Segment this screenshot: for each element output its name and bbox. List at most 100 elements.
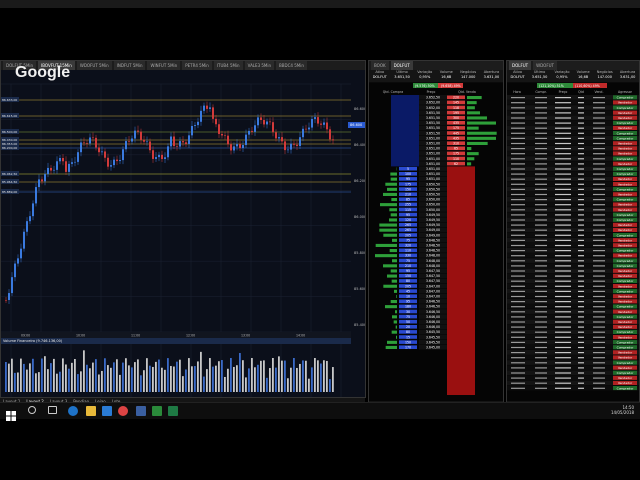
candle <box>185 142 187 144</box>
chart-tab-6[interactable]: ITUB4 5Min <box>213 61 243 70</box>
bid-price: 3.646,50 <box>426 305 440 309</box>
row-qty-mark <box>578 112 584 114</box>
volume-bar <box>284 360 286 392</box>
candlestick-chart[interactable]: 86.633,0086.615,0086.500,0086.430,0086.3… <box>1 70 366 398</box>
tab-book[interactable]: BOOK <box>371 61 389 70</box>
row-seller-mark <box>593 132 605 134</box>
bid-price: 3.650,00 <box>426 203 440 207</box>
bid-qty: 120 <box>405 218 411 222</box>
price-tick-label: 85.400 <box>354 323 366 327</box>
volume-bar <box>23 363 25 392</box>
row-buyer-mark <box>535 158 547 160</box>
volume-bar <box>233 366 235 392</box>
row-price-mark <box>555 127 571 129</box>
chart-tab-2[interactable]: WDOFUT 5Min <box>76 61 112 70</box>
task-view-icon[interactable] <box>48 406 57 414</box>
book-header-value: 16,6B <box>441 75 452 79</box>
row-time-mark <box>511 219 525 221</box>
row-seller-mark <box>593 260 605 262</box>
candle <box>161 154 163 159</box>
volume-bar <box>317 360 319 392</box>
ask-price: 3.652,00 <box>426 101 440 105</box>
book-header-col: Volume 16,6B <box>440 70 453 82</box>
store-icon[interactable] <box>102 406 112 416</box>
row-seller-mark <box>593 285 605 287</box>
times-column-header: Agressor <box>618 90 633 94</box>
volume-bar <box>53 358 55 392</box>
volume-bar <box>197 361 199 392</box>
tab-dolfut[interactable]: DOLFUT <box>390 61 413 70</box>
volume-bar <box>146 358 148 392</box>
row-price-mark <box>555 301 571 303</box>
row-qty-mark <box>578 204 584 206</box>
volume-bar <box>74 359 76 392</box>
row-price-mark <box>555 234 571 236</box>
chrome-icon[interactable] <box>118 406 128 416</box>
candle <box>8 293 10 300</box>
edge-icon[interactable] <box>68 406 78 416</box>
times-and-trades[interactable]: (121,10%) 51% (110,60%) 49% Hora Compr. Preç… <box>507 83 640 403</box>
row-qty-mark <box>578 270 584 272</box>
agressor-label: Vendedor <box>618 126 633 130</box>
bid-qty: 330 <box>405 254 411 258</box>
bid-depth-bar <box>389 249 397 253</box>
bid-price: 3.651,00 <box>426 167 440 171</box>
agressor-label: Comprador <box>617 233 635 237</box>
bid-depth-bar <box>387 340 397 344</box>
file-explorer-icon[interactable] <box>86 406 96 416</box>
agressor-label: Vendedor <box>618 351 633 355</box>
volume-bar <box>41 358 43 392</box>
bid-qty: 320 <box>405 244 411 248</box>
chart-tab-7[interactable]: VALE3 5Min <box>244 61 275 70</box>
agressor-label: Comprador <box>617 330 635 334</box>
row-price-mark <box>555 112 571 114</box>
bid-depth-bar <box>383 264 397 268</box>
search-icon[interactable] <box>28 406 36 414</box>
system-clock[interactable]: 14:50 14/05/2018 <box>611 405 634 415</box>
chart-tab-3[interactable]: INDFUT 5Min <box>113 61 146 70</box>
bid-price: 3.649,00 <box>426 228 440 232</box>
row-qty-mark <box>578 239 584 241</box>
app-green-icon[interactable] <box>152 406 162 416</box>
price-tick-label: 85.800 <box>354 251 366 255</box>
chart-tab-8[interactable]: BBDC4 5Min <box>276 61 307 70</box>
volume-bar <box>266 377 268 392</box>
candle <box>257 117 259 126</box>
book-header-value: 3.631,00 <box>483 75 500 79</box>
tab-wdofut[interactable]: WDOFUT <box>533 61 557 70</box>
agressor-label: Comprador <box>617 315 635 319</box>
volume-bar <box>83 350 85 392</box>
app-icon[interactable] <box>136 406 146 416</box>
volume-bar <box>203 376 205 392</box>
excel-icon[interactable] <box>168 406 178 416</box>
candle <box>77 152 79 162</box>
row-qty-mark <box>578 199 584 201</box>
row-seller-mark <box>593 346 605 349</box>
row-time-mark <box>511 362 525 364</box>
volume-bar <box>11 358 13 392</box>
candle <box>230 144 232 151</box>
times-header-col: Ativo DOLFUT <box>511 70 525 82</box>
agressor-label: Vendedor <box>618 274 633 278</box>
row-price-mark <box>555 219 571 221</box>
row-seller-mark <box>593 127 605 129</box>
ask-depth-bar <box>467 136 496 140</box>
tab-dolfut-times[interactable]: DOLFUT <box>509 61 532 70</box>
ask-price: 3.651,00 <box>426 162 440 166</box>
times-header-col: Volume 16,6B <box>577 70 590 82</box>
time-tick-label: 14:00 <box>296 334 305 338</box>
chart-tab-5[interactable]: PETR4 5Min <box>182 61 212 70</box>
order-book[interactable]: (9.576) 50% (9.658) 49% Qtd. Compra Preço Qt… <box>369 83 504 403</box>
row-seller-mark <box>593 158 605 160</box>
row-price-mark <box>555 244 571 247</box>
agressor-label: Vendedor <box>618 335 633 339</box>
candle <box>65 161 67 172</box>
candle <box>284 141 286 151</box>
volume-bar <box>65 364 67 392</box>
bid-qty: 75 <box>406 315 410 319</box>
row-seller-mark <box>593 372 605 374</box>
chart-tab-4[interactable]: WINFUT 5Min <box>147 61 181 70</box>
ask-qty: 175 <box>453 152 459 156</box>
windows-start-icon[interactable] <box>6 406 16 421</box>
bid-qty: 150 <box>405 274 411 278</box>
